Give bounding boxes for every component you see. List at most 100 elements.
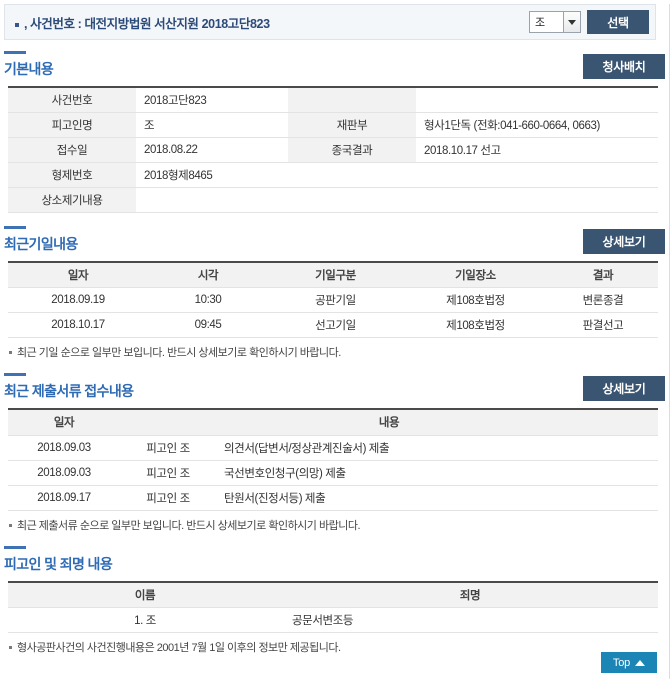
table-row: 사건번호 2018고단823 [8,87,658,113]
hearing-place: 제108호법정 [403,287,548,313]
table-row: 1. 조 공문서변조등 [8,607,658,633]
row-value-2: 2018.10.17 선고 [416,137,658,163]
hearing-title: 최근기일내용 [4,235,78,252]
documents-detail-button[interactable]: 상세보기 [583,376,665,401]
column-header: 일자 [8,409,120,436]
hearing-time: 09:45 [148,312,268,338]
chevron-up-icon [635,659,646,666]
party-select-value: 조 [535,17,546,29]
row-label: 형제번호 [8,162,136,188]
note-bullet-icon [9,351,12,354]
hearing-date: 2018.10.17 [8,312,148,338]
case-header-bar: , 사건번호 : 대전지방법원 서산지원 2018고단823 조 선택 [4,4,656,40]
column-header: 이름 [8,581,282,608]
document-date: 2018.09.03 [8,460,120,486]
hearing-table: 일자 시각 기일구분 기일장소 결과 2018.09.19 10:30 공판기일… [8,260,658,338]
row-label-2 [288,87,416,113]
party-select-group: 조 선택 [529,10,649,34]
basic-info-section: 기본내용 청사배치 사건번호 2018고단823 피고인명 조 재판부 형사1단… [0,40,669,213]
row-label: 접수일 [8,137,136,163]
documents-note-text: 최근 제출서류 순으로 일부만 보입니다. 반드시 상세보기로 확인하시기 바랍… [17,519,361,532]
basic-info-title-wrap: 기본내용 [4,51,54,79]
table-row: 2018.09.03 피고인 조 국선변호인청구(의망) 제출 [8,460,658,486]
defendants-title-wrap: 피고인 및 죄명 내용 [4,545,113,574]
row-value [136,187,658,213]
table-row: 상소제기내용 [8,187,658,213]
row-value-2: 형사1단독 (전화:041-660-0664, 0663) [416,112,658,138]
table-row: 2018.10.17 09:45 선고기일 제108호법정 판결선고 [8,312,658,338]
bullet-icon [15,23,19,27]
row-label: 피고인명 [8,112,136,138]
top-button-label: Top [612,656,631,669]
column-header: 일자 [8,261,148,288]
defendants-title: 피고인 및 죄명 내용 [4,555,113,572]
accent-bar [4,51,26,54]
table-row: 피고인명 조 재판부 형사1단독 (전화:041-660-0664, 0663) [8,112,658,138]
row-value-2 [416,87,658,113]
courthouse-layout-button[interactable]: 청사배치 [583,54,665,79]
accent-bar [4,545,26,549]
note-bullet-icon [9,646,12,649]
case-detail-page: , 사건번호 : 대전지방법원 서산지원 2018고단823 조 선택 기본내용… [0,4,670,679]
documents-note: 최근 제출서류 순으로 일부만 보입니다. 반드시 상세보기로 확인하시기 바랍… [9,517,669,533]
basic-info-title: 기본내용 [4,61,54,77]
hearing-header: 최근기일내용 상세보기 [4,224,669,254]
column-header: 시각 [148,261,268,288]
hearing-time: 10:30 [148,287,268,313]
hearing-date: 2018.09.19 [8,287,148,313]
column-header: 내용 [120,409,658,436]
note-bullet-icon [9,523,12,527]
accent-bar [4,225,26,229]
case-number-title: , 사건번호 : 대전지방법원 서산지원 2018고단823 [24,16,270,31]
row-value: 조 [136,112,288,138]
documents-header: 최근 제출서류 접수내용 상세보기 [4,371,669,401]
defendants-note: 형사공판사건의 사건진행내용은 2001년 7월 1일 이후의 정보만 제공됩니… [9,639,669,655]
table-header-row: 이름 죄명 [8,581,658,608]
hearing-detail-button[interactable]: 상세보기 [583,228,665,254]
party-select[interactable]: 조 [529,11,581,33]
hearing-type: 공판기일 [268,287,403,313]
document-content: 국선변호인청구(의망) 제출 [216,460,658,486]
table-row: 형제번호 2018형제8465 [8,162,658,188]
row-label-2: 재판부 [288,112,416,138]
hearing-title-wrap: 최근기일내용 [4,225,78,254]
row-label: 상소제기내용 [8,187,136,213]
column-header: 죄명 [282,581,658,608]
table-row: 2018.09.03 피고인 조 의견서(답변서/정상관계진술서) 제출 [8,435,658,461]
document-content: 탄원서(진정서등) 제출 [216,485,658,511]
hearing-note-text: 최근 기일 순으로 일부만 보입니다. 반드시 상세보기로 확인하시기 바랍니다… [17,347,341,359]
column-header: 기일장소 [403,261,548,288]
hearing-note: 최근 기일 순으로 일부만 보입니다. 반드시 상세보기로 확인하시기 바랍니다… [9,344,669,360]
basic-info-header: 기본내용 청사배치 [4,49,669,79]
table-row: 2018.09.17 피고인 조 탄원서(진정서등) 제출 [8,485,658,511]
accent-bar [4,373,26,376]
table-header-row: 일자 시각 기일구분 기일장소 결과 [8,261,658,288]
select-button[interactable]: 선택 [587,10,649,34]
documents-title-wrap: 최근 제출서류 접수내용 [4,373,134,401]
defendants-note-text: 형사공판사건의 사건진행내용은 2001년 7월 1일 이후의 정보만 제공됩니… [17,642,341,654]
documents-title: 최근 제출서류 접수내용 [4,383,134,399]
defendant-name: 1. 조 [8,607,282,633]
column-header: 기일구분 [268,261,403,288]
scroll-to-top-button[interactable]: Top [601,652,657,673]
hearing-result: 판결선고 [548,312,658,338]
documents-table: 일자 내용 2018.09.03 피고인 조 의견서(답변서/정상관계진술서) … [8,408,658,511]
defendant-charge: 공문서변조등 [282,607,658,633]
hearing-place: 제108호법정 [403,312,548,338]
row-label: 사건번호 [8,87,136,113]
defendants-section: 피고인 및 죄명 내용 이름 죄명 1. 조 공문서변조등 형사공판사건의 사건… [0,533,669,656]
row-value: 2018형제8465 [136,162,658,188]
document-submitter: 피고인 조 [120,435,216,461]
document-date: 2018.09.03 [8,435,120,461]
row-label-2: 종국결과 [288,137,416,163]
document-content: 의견서(답변서/정상관계진술서) 제출 [216,435,658,461]
hearing-result: 변론종결 [548,287,658,313]
row-value: 2018.08.22 [136,137,288,163]
hearing-section: 최근기일내용 상세보기 일자 시각 기일구분 기일장소 결과 2018.09.1… [0,213,669,361]
hearing-type: 선고기일 [268,312,403,338]
basic-info-table: 사건번호 2018고단823 피고인명 조 재판부 형사1단독 (전화:041-… [8,86,658,213]
chevron-down-icon[interactable] [563,12,580,32]
defendants-header: 피고인 및 죄명 내용 [4,544,669,574]
table-row: 2018.09.19 10:30 공판기일 제108호법정 변론종결 [8,287,658,313]
document-submitter: 피고인 조 [120,460,216,486]
